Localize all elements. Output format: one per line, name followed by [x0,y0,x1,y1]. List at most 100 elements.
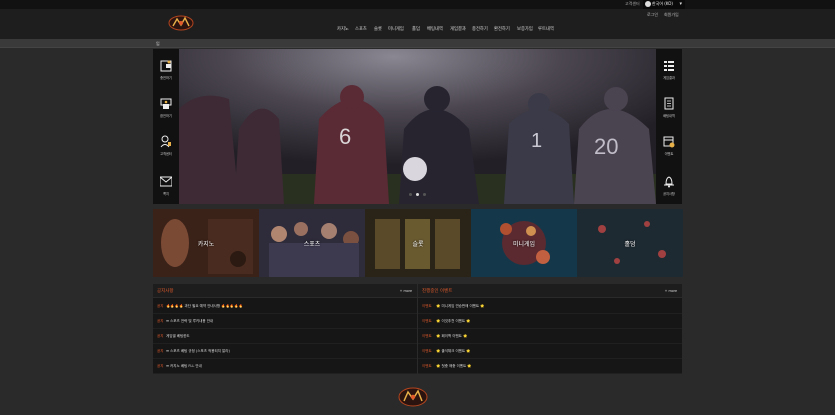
list-item[interactable]: 이벤트 🌟 첫충 매충 이벤트 🌟 [418,359,682,374]
row-category: 이벤트 [422,364,432,368]
svg-text:1: 1 [531,130,542,152]
quick-events-label: 이벤트 [664,152,674,156]
footer-logo[interactable] [397,386,429,408]
notice-more-link[interactable]: + more [400,289,412,293]
document-icon [664,97,674,110]
tile-sports[interactable]: 스포츠 [259,209,365,277]
chevron-down-icon: ▾ [679,1,682,7]
list-item[interactable]: 공지 ➡ 스포츠 베팅 규정 (스포츠 적용되지 말라) [153,344,417,359]
quick-message-label: 쪽지 [163,192,169,196]
event-more-link[interactable]: + more [665,289,677,293]
row-text: 🌟 출석체크 이벤트 🌟 [436,349,471,353]
right-quick-menu: 게임결과 배팅내역 이벤트 공지사항 [656,49,682,204]
row-text: 🌟 미니게임 연승판매 이벤트 🌟 [436,304,485,308]
login-link[interactable]: 로그인 [647,12,658,18]
quick-game-results[interactable]: 게임결과 [656,55,682,85]
hero-banner[interactable]: 6 1 20 [179,49,656,204]
quick-bet-history-label: 배팅내역 [663,114,675,118]
site-header [0,9,835,39]
wallet-icon [160,60,172,72]
svg-text:6: 6 [339,124,351,149]
mail-icon [160,176,172,187]
quick-game-results-label: 게임결과 [663,76,675,80]
row-text: ➡ 카지노 베팅 FLL 안내 [166,364,202,368]
row-text: ➡ 스포츠 베팅 규정 (스포츠 적용되지 말라) [166,349,230,353]
quick-deposit[interactable]: 충전하기 [153,55,179,85]
calendar-check-icon [663,136,675,148]
slide-dot-2[interactable] [416,193,419,196]
nav-sports[interactable]: 스포츠 [355,26,367,32]
language-select[interactable]: 한국어 (KO) ▾ [643,0,685,9]
nav-withdraw[interactable]: 환전하기 [494,26,510,32]
tile-sports-label: 스포츠 [303,241,321,248]
sub-bar: 입 [0,39,835,48]
nav-casino[interactable]: 카지노 [337,26,349,32]
notice-panel-title: 공지사항 [157,289,174,294]
list-item[interactable]: 이벤트 🌟 출석체크 이벤트 🌟 [418,344,682,359]
tile-slot[interactable]: 슬롯 [365,209,471,277]
nav-guarantee[interactable]: 보증가입 [517,26,533,32]
list-item[interactable]: 공지 ➡ 스포츠 전략 및 루키내용 안내 [153,314,417,329]
globe-icon [645,1,651,7]
game-category-tiles: 카지노 스포츠 슬롯 미니게임 홀덤 [153,209,683,277]
nav-holdem[interactable]: 홀덤 [412,26,420,32]
row-text: 🔥🔥🔥🔥 과단 필요 예약 안내사항 🔥🔥🔥🔥🔥 [166,304,243,308]
tile-minigame-label: 미니게임 [512,241,536,248]
language-value: 한국어 (KO) [652,1,673,6]
row-category: 공지 [157,304,164,308]
row-text: 게임별 베팅한도 [166,334,190,338]
nav-route-history[interactable]: 루트내역 [538,26,554,32]
nav-bet-history[interactable]: 배팅내역 [427,26,443,32]
tile-casino[interactable]: 카지노 [153,209,259,277]
help-link[interactable]: 고객센터 [625,1,640,7]
list-item[interactable]: 공지 🔥🔥🔥🔥 과단 필요 예약 안내사항 🔥🔥🔥🔥🔥 [153,299,417,314]
tile-holdem[interactable]: 홀덤 [577,209,683,277]
slide-dot-3[interactable] [423,193,426,196]
event-panel-header: 진행중인 이벤트 + more [418,284,682,298]
left-quick-menu: 충전하기 환전하기 고객센터 쪽지 [153,49,179,204]
list-item[interactable]: 이벤트 🌟 이것추천 이벤트 🌟 [418,314,682,329]
quick-deposit-label: 충전하기 [160,76,172,80]
quick-support-label: 고객센터 [160,152,172,156]
nav-minigame[interactable]: 미니게임 [388,26,404,32]
row-text: 🌟 페이백 이벤트 🌟 [436,334,468,338]
nav-slot[interactable]: 슬롯 [374,26,382,32]
quick-message[interactable]: 쪽지 [153,171,179,201]
event-panel-title: 진행중인 이벤트 [422,289,453,294]
hero-image: 6 1 20 [179,49,656,204]
row-text: ➡ 스포츠 전략 및 루키내용 안내 [166,319,214,323]
list-item[interactable]: 이벤트 🌟 미니게임 연승판매 이벤트 🌟 [418,299,682,314]
row-category: 공지 [157,334,164,338]
support-icon [160,135,171,148]
list-icon [664,61,674,71]
quick-events[interactable]: 이벤트 [656,131,682,161]
list-item[interactable]: 공지 ➡ 카지노 베팅 FLL 안내 [153,359,417,374]
notice-panel-header: 공지사항 + more [153,284,417,298]
nav-game-results[interactable]: 게임결과 [450,26,466,32]
row-category: 공지 [157,349,164,353]
row-category: 공지 [157,364,164,368]
list-item[interactable]: 이벤트 🌟 페이백 이벤트 🌟 [418,329,682,344]
site-logo[interactable] [167,14,195,32]
tile-slot-label: 슬롯 [412,241,424,248]
quick-notice[interactable]: 공지사항 [656,171,682,201]
notice-panel: 공지사항 + more 공지 🔥🔥🔥🔥 과단 필요 예약 안내사항 🔥🔥🔥🔥🔥 공… [153,284,417,374]
bell-icon [664,176,674,188]
tile-minigame[interactable]: 미니게임 [471,209,577,277]
quick-notice-label: 공지사항 [663,192,675,196]
list-item[interactable]: 공지 게임별 베팅한도 [153,329,417,344]
quick-withdraw[interactable]: 환전하기 [153,93,179,123]
sub-bar-label: 입 [156,41,160,46]
exchange-icon [160,98,172,109]
row-text: 🌟 이것추천 이벤트 🌟 [436,319,471,323]
quick-support[interactable]: 고객센터 [153,131,179,161]
tile-casino-label: 카지노 [197,241,215,248]
nav-deposit[interactable]: 충전하기 [472,26,488,32]
svg-text:20: 20 [594,134,618,159]
slide-dot-1[interactable] [409,193,412,196]
signup-link[interactable]: 회원가입 [664,12,679,18]
quick-bet-history[interactable]: 배팅내역 [656,93,682,123]
row-category: 공지 [157,319,164,323]
row-category: 이벤트 [422,319,432,323]
row-category: 이벤트 [422,349,432,353]
